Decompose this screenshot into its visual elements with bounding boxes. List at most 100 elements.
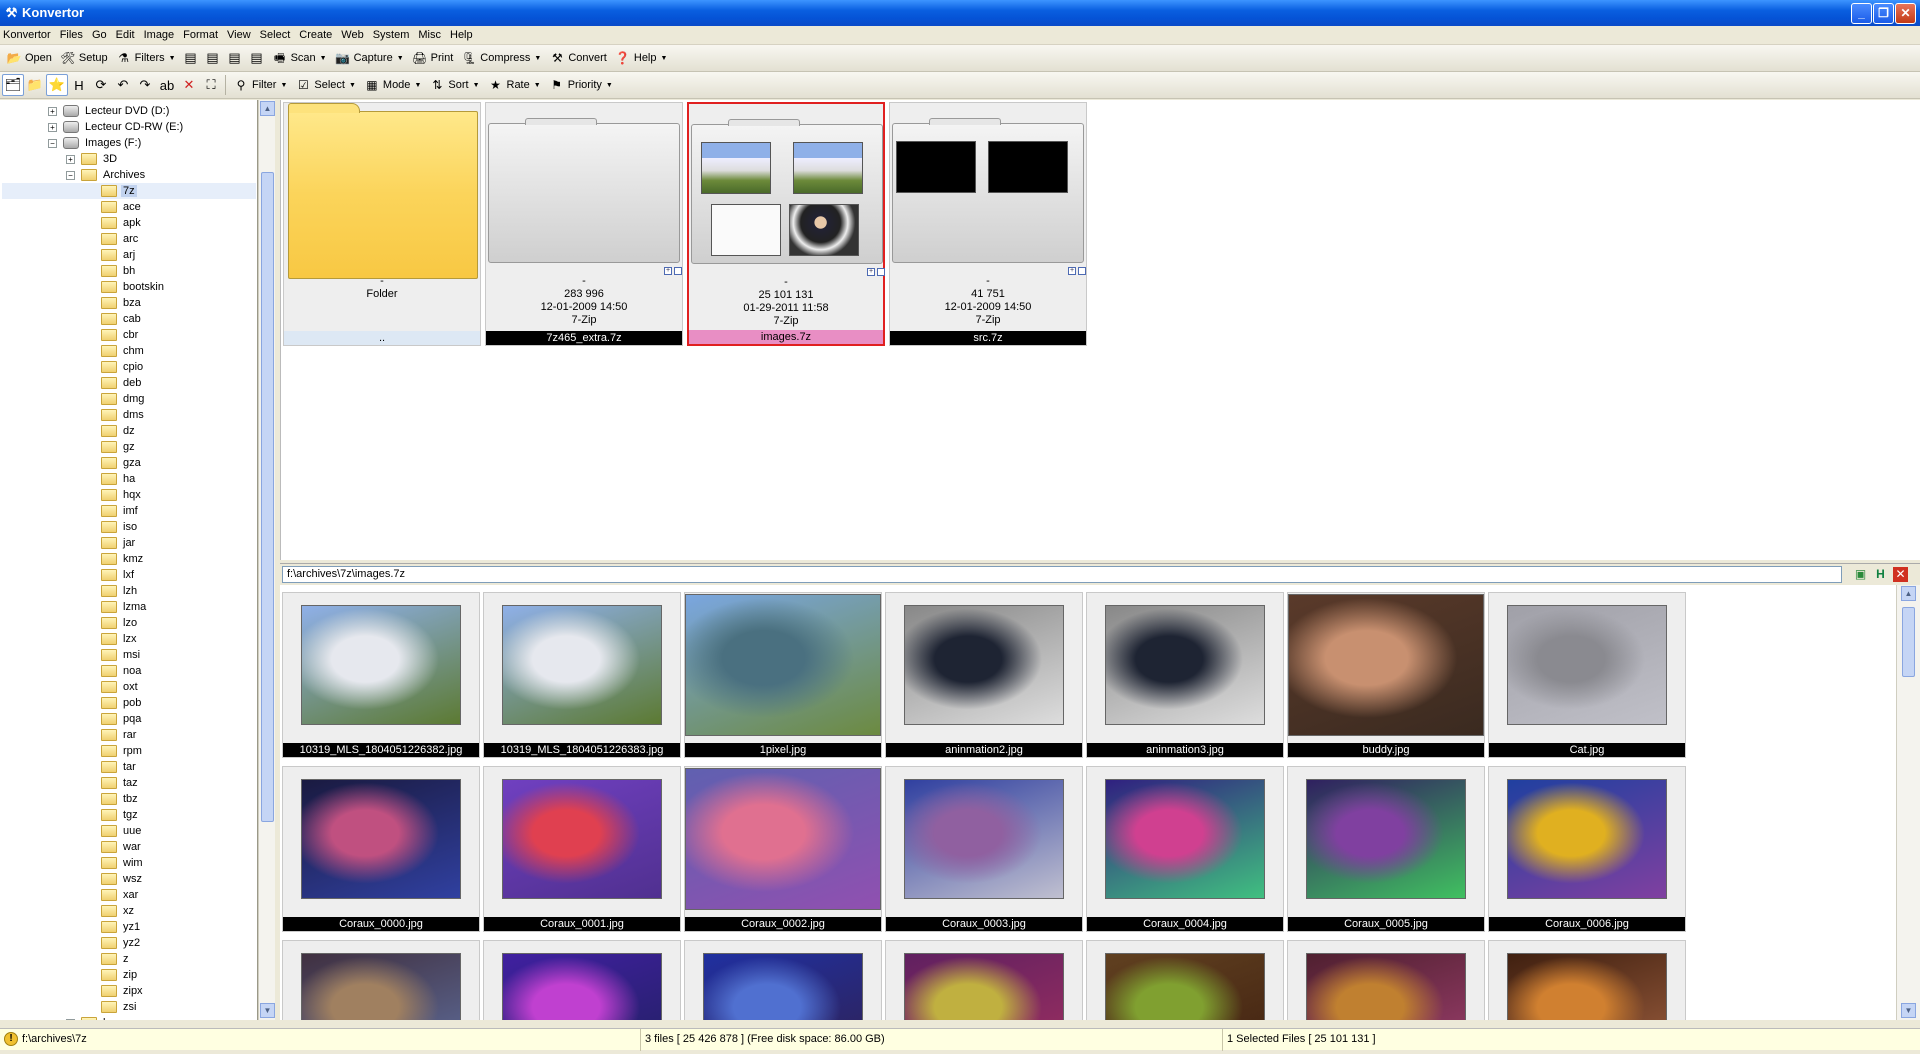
expander-icon[interactable]: + xyxy=(48,106,57,116)
tree-folder-ace[interactable]: ace xyxy=(86,199,143,215)
tree-folder-dmg[interactable]: dmg xyxy=(86,391,146,407)
tree-folder-lzo[interactable]: lzo xyxy=(86,615,139,631)
menu-konvertor[interactable]: Konvertor xyxy=(0,26,57,41)
image-tile[interactable]: aninmation3.jpg xyxy=(1086,592,1284,758)
chevron-down-icon[interactable]: ▼ xyxy=(280,82,287,89)
tree-folder-yz1[interactable]: yz1 xyxy=(86,919,142,935)
image-tile[interactable]: Coraux_0000.jpg xyxy=(282,766,480,932)
open-button[interactable]: 📂 Open xyxy=(2,47,56,69)
convert-button[interactable]: ⚒ Convert xyxy=(545,47,611,69)
image-tile[interactable]: 10319_MLS_1804051226382.jpg xyxy=(282,592,480,758)
tree-folder-3d[interactable]: +3D xyxy=(66,151,119,167)
tree-folder-cbr[interactable]: cbr xyxy=(86,327,140,343)
tree-folder-lzma[interactable]: lzma xyxy=(86,599,148,615)
tree-folder-hqx[interactable]: hqx xyxy=(86,487,143,503)
filter-button[interactable]: ⚲ Filter ▼ xyxy=(229,74,291,96)
expander-icon[interactable]: + xyxy=(48,122,57,132)
hex-button[interactable]: H xyxy=(68,74,90,96)
favorites-button[interactable]: ⭐ xyxy=(46,74,68,96)
maximize-button[interactable]: ❐ xyxy=(1873,3,1894,24)
tree-folder-rpm[interactable]: rpm xyxy=(86,743,144,759)
capture-button[interactable]: 📷 Capture ▼ xyxy=(331,47,408,69)
tree-folder-7z[interactable]: 7z xyxy=(86,183,137,199)
expand-plus-icon[interactable]: + xyxy=(1068,267,1076,275)
tree-folder-tgz[interactable]: tgz xyxy=(86,807,140,823)
minimize-button[interactable]: _ xyxy=(1851,3,1872,24)
tree-folder-rar[interactable]: rar xyxy=(86,727,138,743)
scroll-thumb[interactable] xyxy=(261,172,274,822)
tree-drive-lecteur-dvd-d[interactable]: + Lecteur DVD (D:) xyxy=(48,103,171,119)
archive-card-7z465-extra-7z[interactable]: + -283 996 12-01-2009 14:50 7-Zip 7z465_extr… xyxy=(485,102,683,346)
sort-button[interactable]: ⇅ Sort ▼ xyxy=(425,74,483,96)
tree-folder-dms[interactable]: dms xyxy=(86,407,146,423)
tree-folder-taz[interactable]: taz xyxy=(86,775,140,791)
menu-image[interactable]: Image xyxy=(141,26,181,41)
setup-button[interactable]: 🛠 Setup xyxy=(56,47,112,69)
menu-help[interactable]: Help xyxy=(447,26,479,41)
help-button[interactable]: ❓ Help ▼ xyxy=(611,47,672,69)
refresh-button[interactable]: ⟳ xyxy=(90,74,112,96)
tree-folder-oxt[interactable]: oxt xyxy=(86,679,140,695)
menu-files[interactable]: Files xyxy=(57,26,89,41)
archive-card-src-7z[interactable]: + -41 751 12-01-2009 14:50 7-Zip src.7z xyxy=(889,102,1087,346)
tree-drive-images-f[interactable]: − Images (F:) xyxy=(48,135,143,151)
tree-folder-wsz[interactable]: wsz xyxy=(86,871,144,887)
scan-button[interactable]: 🖷 Scan ▼ xyxy=(268,47,331,69)
image-tile[interactable]: Coraux_0003.jpg xyxy=(885,766,1083,932)
mode-button[interactable]: ▦ Mode ▼ xyxy=(360,74,425,96)
image-tile[interactable]: buddy.jpg xyxy=(1287,592,1485,758)
tree-folder-pqa[interactable]: pqa xyxy=(86,711,143,727)
tree-folder-zipx[interactable]: zipx xyxy=(86,983,145,999)
tree-folder-wim[interactable]: wim xyxy=(86,855,145,871)
compress-button[interactable]: 🗜 Compress ▼ xyxy=(457,47,545,69)
filters-button[interactable]: ⚗ Filters ▼ xyxy=(112,47,180,69)
image-tile[interactable]: Coraux_0002.jpg xyxy=(684,766,882,932)
tree-folder-chm[interactable]: chm xyxy=(86,343,146,359)
expander-icon[interactable]: + xyxy=(66,154,75,164)
menu-system[interactable]: System xyxy=(370,26,416,41)
tree-folder-iso[interactable]: iso xyxy=(86,519,139,535)
tree-folder-zip[interactable]: zip xyxy=(86,967,139,983)
scroll-up-arrow[interactable]: ▲ xyxy=(260,101,275,116)
tree-folder-xar[interactable]: xar xyxy=(86,887,140,903)
menu-edit[interactable]: Edit xyxy=(113,26,141,41)
tree-folder-archives[interactable]: − Archives xyxy=(66,167,147,183)
chevron-down-icon[interactable]: ▼ xyxy=(397,55,404,62)
chevron-down-icon[interactable]: ▼ xyxy=(534,82,541,89)
tree-folder-bases[interactable]: + bases xyxy=(66,1015,134,1020)
image-tile[interactable] xyxy=(1287,940,1485,1020)
layout-cols-button[interactable]: ▤ xyxy=(202,47,224,69)
tree-folder-msi[interactable]: msi xyxy=(86,647,142,663)
tree-folder-z[interactable]: z xyxy=(86,951,131,967)
tree-folder-imf[interactable]: imf xyxy=(86,503,140,519)
archive-path-field[interactable]: f:\archives\7z\images.7z xyxy=(282,566,1842,583)
image-tile[interactable] xyxy=(1086,940,1284,1020)
chevron-down-icon[interactable]: ▼ xyxy=(320,55,327,62)
tree-folder-kmz[interactable]: kmz xyxy=(86,551,145,567)
tree-folder-gza[interactable]: gza xyxy=(86,455,143,471)
folder-view[interactable]: - Folder.. + -283 996 12-01-2009 14:50 7-Zip 7… xyxy=(280,100,1920,560)
folder-up-button[interactable]: 📁 xyxy=(24,74,46,96)
scroll-down-arrow[interactable]: ▼ xyxy=(260,1003,275,1018)
select-button[interactable]: ☑ Select ▼ xyxy=(291,74,360,96)
close-pane-icon[interactable]: ✕ xyxy=(1893,567,1908,582)
tree-folder-jar[interactable]: jar xyxy=(86,535,137,551)
expander-icon[interactable]: + xyxy=(66,1018,75,1020)
tree-folder-ha[interactable]: ha xyxy=(86,471,137,487)
menu-go[interactable]: Go xyxy=(89,26,113,41)
expander-icon[interactable]: − xyxy=(48,138,57,148)
chevron-down-icon[interactable]: ▼ xyxy=(349,82,356,89)
tree-scrollbar[interactable]: ▲ ▼ xyxy=(258,100,275,1020)
image-tile[interactable]: Coraux_0005.jpg xyxy=(1287,766,1485,932)
priority-button[interactable]: ⚑ Priority ▼ xyxy=(545,74,617,96)
tree-folder-arc[interactable]: arc xyxy=(86,231,140,247)
tree-folder-lzx[interactable]: lzx xyxy=(86,631,138,647)
tree-folder-bootskin[interactable]: bootskin xyxy=(86,279,166,295)
archive-card-images-7z[interactable]: + -25 101 131 01-29-2011 11:58 7-Zip images.… xyxy=(687,102,885,346)
folder-tree[interactable]: + Lecteur DVD (D:) + Lecteur CD-RW (E:) − Ima… xyxy=(0,100,258,1020)
tree-folder-noa[interactable]: noa xyxy=(86,663,143,679)
tree-folder-yz2[interactable]: yz2 xyxy=(86,935,142,951)
image-tile[interactable]: 10319_MLS_1804051226383.jpg xyxy=(483,592,681,758)
chevron-down-icon[interactable]: ▼ xyxy=(661,55,668,62)
expand-plus-icon[interactable]: + xyxy=(664,267,672,275)
